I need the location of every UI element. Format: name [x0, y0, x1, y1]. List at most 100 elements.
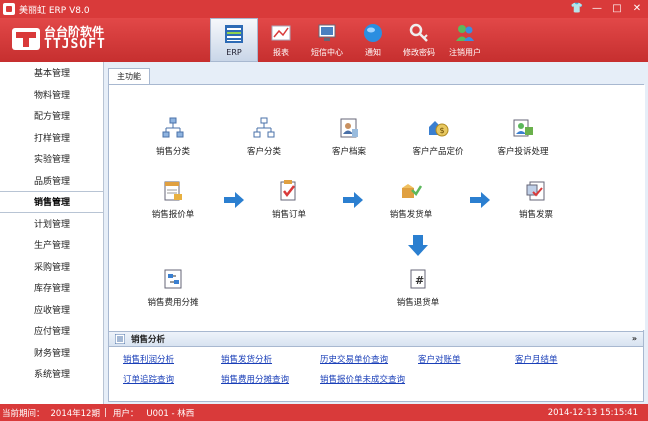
func-sales-delivery-label: 销售发货单: [389, 210, 433, 220]
flow-arrow-2-icon: [343, 192, 363, 208]
sidebar: 基本管理 物料管理 配方管理 打样管理 实验管理 品质管理 销售管理 计划管理 …: [0, 62, 104, 404]
sms-icon: [316, 22, 338, 44]
skin-icon[interactable]: 👕: [568, 1, 586, 16]
logo: 台台阶软件 TTJSOFT: [12, 26, 106, 51]
toolbar-sms-button[interactable]: 短信中心: [304, 18, 350, 62]
quote-icon: [162, 180, 184, 202]
sidebar-item-inventory[interactable]: 库存管理: [0, 277, 103, 299]
link-price-history[interactable]: 历史交易单价查询: [320, 353, 388, 365]
collapse-icon[interactable]: »: [632, 334, 637, 343]
notice-icon: [362, 22, 384, 44]
sidebar-item-lab[interactable]: 实验管理: [0, 148, 103, 170]
link-customer-statement[interactable]: 客户对账单: [418, 353, 461, 365]
sidebar-item-finance[interactable]: 财务管理: [0, 342, 103, 364]
sidebar-item-formula[interactable]: 配方管理: [0, 105, 103, 127]
main-panel: 销售分类 客户分类 客户档案 $ 客户产品定价 客户投诉处理 销售报价单 销售订…: [108, 84, 645, 402]
invoice-icon: [525, 180, 547, 202]
sidebar-item-system[interactable]: 系统管理: [0, 363, 103, 385]
sidebar-item-production[interactable]: 生产管理: [0, 234, 103, 256]
complaint-icon: [512, 117, 534, 139]
func-sales-category[interactable]: 销售分类: [133, 117, 213, 157]
toolbar-password-button[interactable]: 修改密码: [396, 18, 442, 62]
link-customer-monthly[interactable]: 客户月结单: [515, 353, 558, 365]
user-label: 用户：: [112, 408, 139, 419]
analysis-links: 销售利润分析 销售发货分析 历史交易单价查询 客户对账单 客户月结单 订单追踪查…: [109, 347, 643, 399]
sidebar-item-sample[interactable]: 打样管理: [0, 127, 103, 149]
toolbar-report-label: 报表: [273, 48, 289, 57]
func-sales-invoice[interactable]: 销售发票: [496, 180, 576, 220]
func-customer-file[interactable]: 客户档案: [309, 117, 389, 157]
pricing-icon: $: [427, 117, 449, 139]
toolbar-notice-button[interactable]: 通知: [350, 18, 396, 62]
close-button[interactable]: ✕: [628, 1, 646, 16]
link-expense-query[interactable]: 销售费用分摊查询: [221, 373, 289, 385]
window-controls: 👕 — □ ✕: [568, 1, 646, 16]
link-quote-unclosed[interactable]: 销售报价单未成交查询: [320, 373, 405, 385]
report-icon: [270, 22, 292, 44]
tab-main-function[interactable]: 主功能: [108, 68, 150, 84]
sidebar-item-payable[interactable]: 应付管理: [0, 320, 103, 342]
sales-analysis-section: 销售分析 » 销售利润分析 销售发货分析 历史交易单价查询 客户对账单 客户月结…: [109, 331, 643, 401]
func-customer-complaint-label: 客户投诉处理: [497, 147, 549, 157]
link-sales-profit[interactable]: 销售利润分析: [123, 353, 174, 365]
func-sales-return[interactable]: # 销售退货单: [378, 268, 458, 308]
sidebar-item-plan[interactable]: 计划管理: [0, 213, 103, 235]
erp-icon: [223, 23, 245, 45]
main-area: 主功能 销售分类 客户分类 客户档案 $ 客户产品定价 客户投诉处理 销售报价单…: [104, 62, 648, 404]
sidebar-item-quality[interactable]: 品质管理: [0, 170, 103, 192]
func-customer-pricing[interactable]: $ 客户产品定价: [398, 117, 478, 157]
period-label: 当前期间：: [2, 408, 45, 419]
category-tree-icon: [162, 117, 184, 139]
logo-mark-icon: [12, 27, 40, 50]
function-canvas: 销售分类 客户分类 客户档案 $ 客户产品定价 客户投诉处理 销售报价单 销售订…: [109, 85, 645, 330]
analysis-icon: [115, 334, 125, 344]
sidebar-item-basic[interactable]: 基本管理: [0, 62, 103, 84]
link-sales-delivery-analysis[interactable]: 销售发货分析: [221, 353, 272, 365]
svg-text:$: $: [440, 126, 445, 135]
link-order-tracking[interactable]: 订单追踪查询: [123, 373, 174, 385]
sidebar-item-sales[interactable]: 销售管理: [0, 191, 103, 213]
toolbar-erp-button[interactable]: ERP: [210, 18, 258, 62]
sidebar-item-purchase[interactable]: 采购管理: [0, 256, 103, 278]
sales-analysis-title: 销售分析: [131, 335, 166, 345]
func-sales-category-label: 销售分类: [155, 147, 190, 157]
toolbar-erp-label: ERP: [226, 48, 242, 57]
func-sales-quote-label: 销售报价单: [151, 210, 195, 220]
toolbar-sms-label: 短信中心: [311, 48, 343, 57]
func-sales-return-label: 销售退货单: [396, 298, 440, 308]
period-value: 2014年12期: [50, 408, 100, 419]
app-icon: [3, 3, 15, 15]
sales-analysis-header[interactable]: 销售分析 »: [109, 331, 643, 347]
func-customer-category[interactable]: 客户分类: [224, 117, 304, 157]
toolbar-password-label: 修改密码: [403, 48, 435, 57]
key-icon: [408, 22, 430, 44]
maximize-button[interactable]: □: [608, 1, 626, 16]
svg-text:#: #: [415, 274, 424, 287]
func-sales-expense-label: 销售费用分摊: [147, 298, 199, 308]
func-customer-complaint[interactable]: 客户投诉处理: [483, 117, 563, 157]
header: 台台阶软件 TTJSOFT ERP 报表 短信中心 通知 修改密码 注销用户: [0, 18, 648, 62]
customer-file-icon: [338, 117, 360, 139]
func-sales-order-label: 销售订单: [271, 210, 306, 220]
func-sales-delivery[interactable]: 销售发货单: [371, 180, 451, 220]
func-sales-invoice-label: 销售发票: [518, 210, 553, 220]
window-title: 美丽虹 ERP V8.0: [19, 5, 90, 16]
expense-icon: [162, 268, 184, 290]
minimize-button[interactable]: —: [588, 1, 606, 16]
flow-arrow-1-icon: [224, 192, 244, 208]
logout-icon: [454, 22, 476, 44]
toolbar-logout-label: 注销用户: [449, 48, 481, 57]
func-sales-expense[interactable]: 销售费用分摊: [133, 268, 213, 308]
toolbar-report-button[interactable]: 报表: [258, 18, 304, 62]
delivery-icon: [400, 180, 422, 202]
status-bar: 当前期间： 2014年12期 | 用户： U001 - 林西 2014-12-1…: [0, 404, 648, 421]
toolbar-logout-button[interactable]: 注销用户: [442, 18, 488, 62]
func-customer-pricing-label: 客户产品定价: [412, 147, 464, 157]
func-sales-quote[interactable]: 销售报价单: [133, 180, 213, 220]
sidebar-item-material[interactable]: 物料管理: [0, 84, 103, 106]
flow-arrow-3-icon: [470, 192, 490, 208]
sidebar-item-receivable[interactable]: 应收管理: [0, 299, 103, 321]
toolbar-notice-label: 通知: [365, 48, 381, 57]
customer-tree-icon: [253, 117, 275, 139]
func-sales-order[interactable]: 销售订单: [249, 180, 329, 220]
